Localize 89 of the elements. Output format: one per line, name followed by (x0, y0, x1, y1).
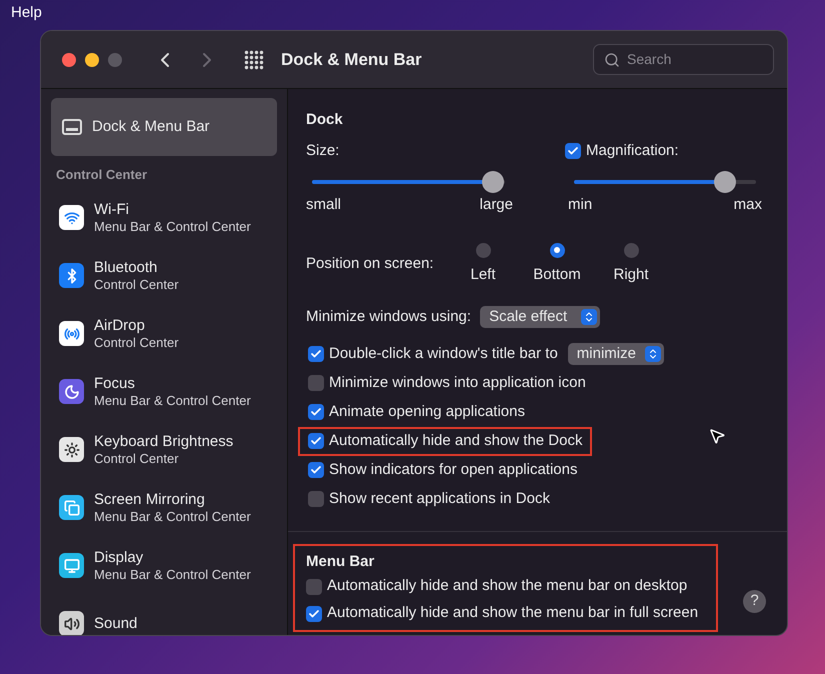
sidebar-item[interactable]: Screen Mirroring Menu Bar & Control Center (51, 478, 277, 536)
checkmark-icon (308, 608, 320, 620)
option-label: Double-click a window's title bar to (329, 344, 558, 364)
window-title: Dock & Menu Bar (281, 48, 422, 71)
checkmark-icon (310, 464, 322, 476)
search-field[interactable]: Search (593, 44, 774, 75)
sidebar-item[interactable]: Focus Menu Bar & Control Center (51, 362, 277, 420)
item-title: AirDrop (94, 316, 146, 334)
radio-button[interactable] (624, 242, 638, 258)
option-label: Animate opening applications (329, 402, 525, 422)
checkbox[interactable] (306, 606, 322, 622)
slider-max-label: max (734, 195, 762, 215)
checkmark-icon (310, 348, 322, 360)
option-label: Show recent applications in Dock (329, 488, 550, 509)
stepper-icon (644, 346, 661, 362)
item-subtitle: Menu Bar & Control Center (94, 508, 251, 524)
item-subtitle: Menu Bar & Control Center (94, 566, 251, 582)
option-label: Minimize windows into application icon (329, 372, 586, 393)
item-title: Display (94, 548, 144, 566)
checkbox[interactable] (308, 375, 324, 391)
slider-max-label: large (480, 195, 513, 215)
sidebar-item[interactable]: Bluetooth Control Center (51, 246, 277, 304)
checkmark-icon (310, 406, 322, 418)
checkbox[interactable] (565, 142, 581, 159)
item-title: Keyboard Brightness (94, 432, 234, 450)
signal-rings-icon (59, 321, 84, 346)
checkbox[interactable] (306, 578, 322, 594)
slider-thumb[interactable] (482, 171, 504, 193)
checkbox[interactable] (308, 346, 324, 362)
item-subtitle: Menu Bar & Control Center (94, 392, 251, 408)
radio-label: Bottom (533, 264, 581, 284)
option-label: Automatically hide and show the Dock (329, 430, 582, 451)
option-label: Automatically hide and show the menu bar in full screen (327, 603, 698, 624)
checkmark-icon (310, 435, 322, 447)
search-icon (604, 52, 620, 68)
checkbox[interactable] (308, 404, 324, 420)
size-label: Size: (306, 140, 340, 160)
section-title: Menu Bar (306, 552, 374, 570)
sidebar-item[interactable]: AirDrop Control Center (51, 304, 277, 362)
dock-icon (62, 119, 82, 135)
minimize-button[interactable] (85, 52, 99, 66)
magnification-label: Magnification: (586, 140, 679, 160)
slider-min-label: small (306, 195, 342, 215)
item-subtitle: Menu Bar & Control Center (94, 218, 251, 234)
option-label: Show indicators for open applications (329, 460, 578, 480)
monitor-icon (59, 553, 84, 578)
slider-min-label: min (568, 195, 592, 215)
item-title: Focus (94, 374, 136, 392)
grid-icon[interactable] (244, 50, 264, 70)
checkbox[interactable] (308, 433, 324, 449)
search-input[interactable]: Search (627, 49, 757, 70)
checkbox[interactable] (308, 462, 324, 478)
wifi-icon (59, 205, 84, 230)
section-header: Control Center (56, 166, 148, 184)
position-label: Position on screen: (306, 254, 435, 274)
item-title: Wi-Fi (94, 200, 130, 218)
close-button[interactable] (62, 52, 76, 66)
radio-button[interactable] (550, 242, 564, 258)
radio-label: Left (470, 264, 496, 284)
menu-item[interactable]: Help (11, 2, 42, 24)
sidebar-item[interactable]: Display Menu Bar & Control Center (51, 536, 277, 594)
slider-thumb[interactable] (714, 171, 736, 193)
help-button[interactable]: ? (743, 590, 766, 613)
overlapping-windows-icon (59, 495, 84, 520)
mouse-pointer-icon (708, 427, 726, 445)
item-title: Sound (94, 615, 138, 632)
sidebar-item[interactable]: Sound (51, 594, 277, 635)
item-title: Screen Mirroring (94, 490, 206, 508)
item-subtitle: Control Center (94, 450, 180, 466)
dropdown[interactable]: minimize (568, 343, 664, 365)
checkmark-icon (567, 144, 579, 157)
moon-icon (59, 379, 84, 404)
option-label: Automatically hide and show the menu bar on desktop (327, 576, 688, 596)
minimize-label: Minimize windows using: (306, 307, 472, 327)
item-subtitle: Control Center (94, 334, 179, 350)
sun-icon (59, 437, 84, 462)
stepper-icon (581, 309, 598, 326)
bluetooth-icon (59, 263, 84, 288)
dropdown[interactable]: Scale effect (480, 306, 600, 328)
sidebar-item[interactable]: Wi-Fi Menu Bar & Control Center (51, 188, 277, 246)
item-title: Bluetooth (94, 258, 158, 276)
radio-label: Right (613, 264, 649, 284)
sidebar-item[interactable]: Dock & Menu Bar (51, 98, 277, 156)
sidebar-item[interactable]: Keyboard Brightness Control Center (51, 420, 277, 478)
checkbox[interactable] (308, 491, 324, 507)
radio-button[interactable] (476, 242, 490, 258)
speaker-icon (59, 611, 84, 635)
item-subtitle: Control Center (94, 276, 179, 292)
section-title: Dock (306, 110, 344, 130)
